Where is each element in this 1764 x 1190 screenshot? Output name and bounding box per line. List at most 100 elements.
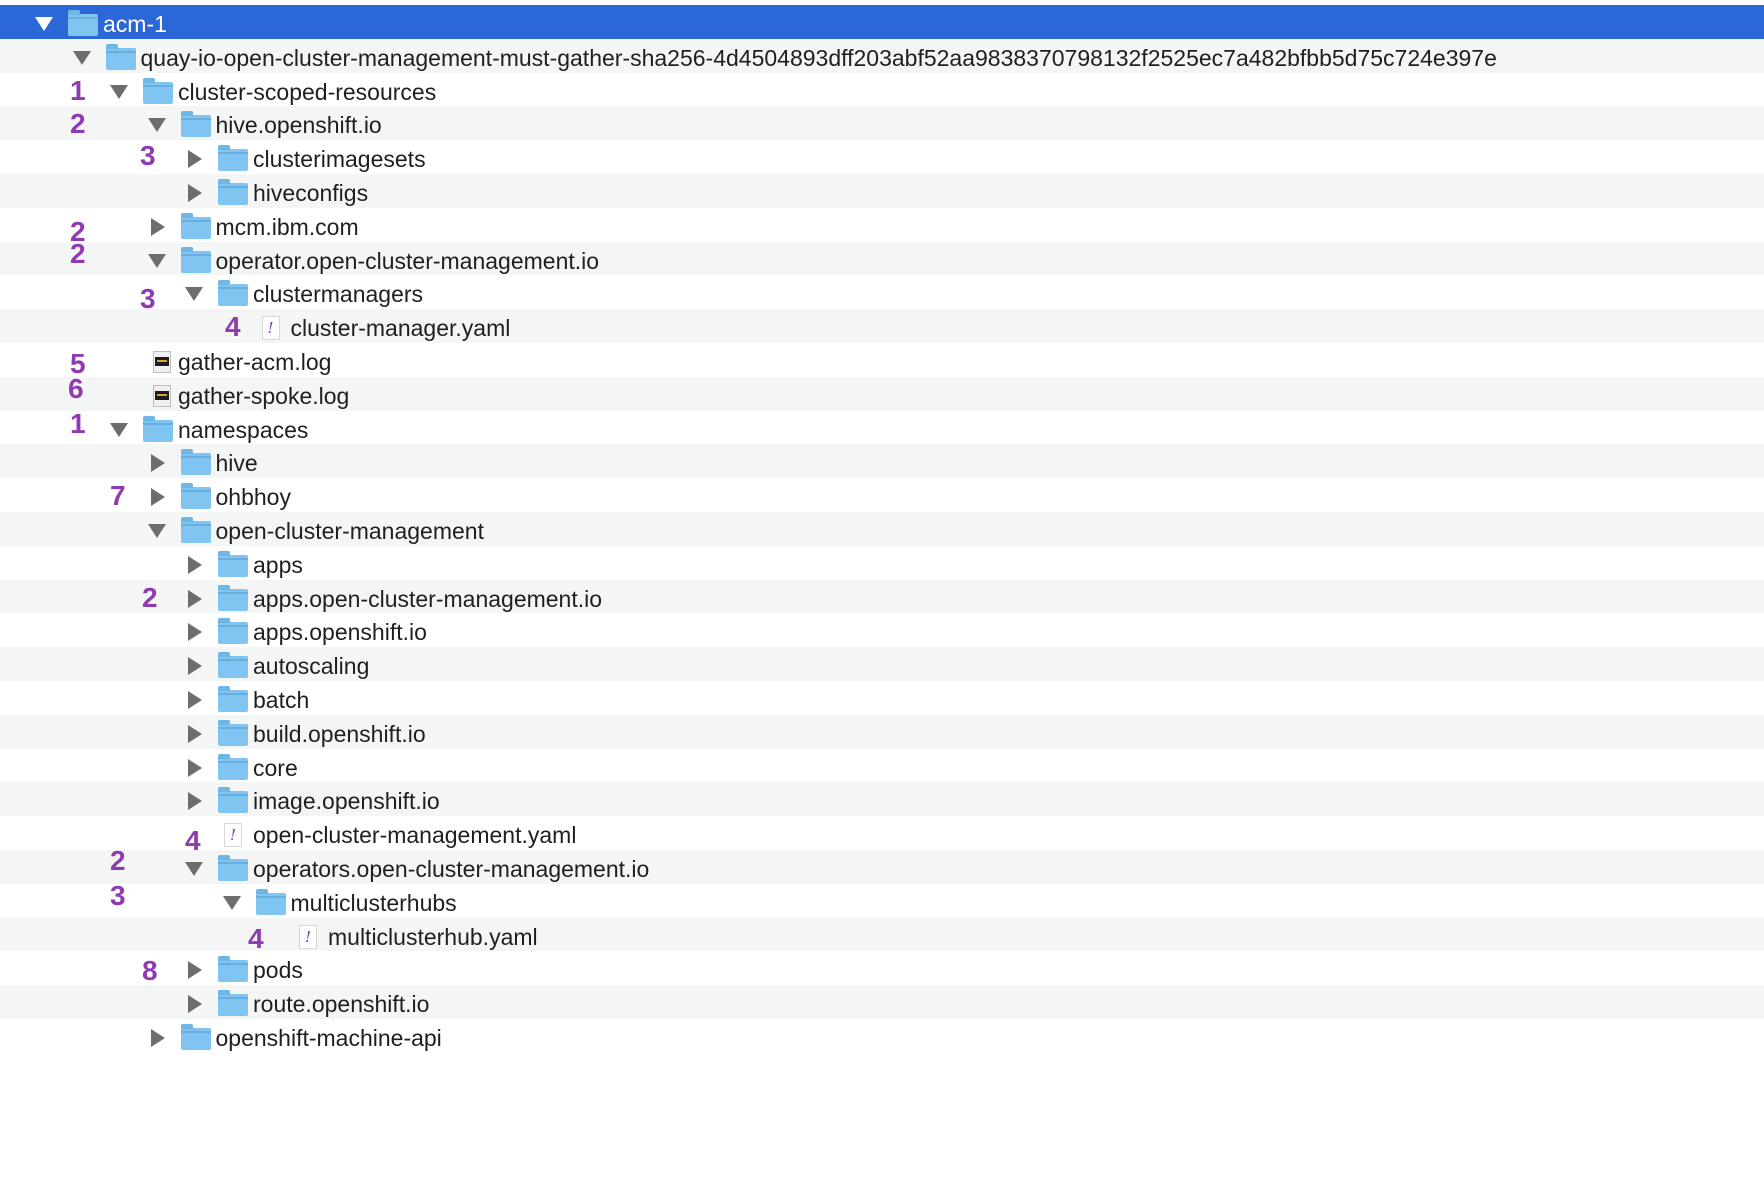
disclosure-collapsed-icon[interactable] (147, 478, 167, 516)
folder-icon (180, 517, 211, 543)
disclosure-expanded-icon[interactable] (184, 275, 204, 313)
disclosure-collapsed-icon[interactable] (184, 951, 204, 989)
tree-row[interactable]: clustermanagers (0, 275, 1764, 314)
tree-row[interactable]: build.openshift.io (0, 714, 1764, 753)
folder-icon (218, 686, 248, 712)
tree-row[interactable]: autoscaling (0, 647, 1764, 686)
disclosure-collapsed-icon[interactable] (147, 208, 167, 246)
tree-row[interactable]: pods (0, 951, 1764, 990)
tree-row[interactable]: operators.open-cluster-management.io (0, 850, 1764, 888)
tree-row[interactable]: clusterimagesets (0, 140, 1764, 179)
disclosure-collapsed-icon[interactable] (184, 782, 204, 820)
disclosure-collapsed-icon[interactable] (184, 715, 204, 753)
tree-row[interactable]: route.openshift.io (0, 985, 1764, 1024)
folder-icon (218, 787, 248, 814)
item-label: route.openshift.io (253, 991, 430, 1018)
item-label: apps (253, 551, 303, 578)
item-label: acm-1 (103, 11, 167, 37)
item-label: gather-acm.log (178, 349, 332, 375)
disclosure-expanded-icon[interactable] (147, 242, 167, 280)
yaml-file-icon: ! (224, 823, 242, 848)
annotation-number: 1 (70, 74, 86, 106)
folder-icon (68, 10, 98, 36)
disclosure-collapsed-icon[interactable] (184, 749, 204, 787)
folder-icon (218, 280, 248, 307)
tree-row[interactable]: batch (0, 681, 1764, 719)
folder-icon (180, 246, 211, 273)
item-label: hiveconfigs (253, 180, 369, 206)
tree-row[interactable]: cluster-scoped-resources (0, 72, 1764, 111)
tree-row[interactable]: core (0, 748, 1764, 787)
item-label: build.openshift.io (253, 720, 426, 747)
tree-row[interactable]: gather-spoke.log (0, 376, 1764, 415)
disclosure-expanded-icon[interactable] (72, 39, 92, 77)
annotation-number: 3 (140, 140, 156, 172)
disclosure-collapsed-icon[interactable] (147, 444, 167, 482)
item-label: cluster-manager.yaml (290, 315, 511, 342)
annotation-number: 2 (110, 845, 126, 876)
disclosure-collapsed-icon[interactable] (184, 580, 204, 618)
disclosure-collapsed-icon[interactable] (184, 647, 204, 685)
disclosure-expanded-icon[interactable] (147, 106, 167, 144)
annotation-number: 2 (142, 581, 158, 613)
disclosure-collapsed-icon[interactable] (184, 613, 204, 651)
yaml-file-icon: ! (299, 924, 317, 949)
disclosure-collapsed-icon[interactable] (184, 546, 204, 584)
tree-row[interactable]: multiclusterhubs (0, 883, 1764, 922)
disclosure-collapsed-icon[interactable] (184, 985, 204, 1023)
item-label: quay-io-open-cluster-management-must-gat… (140, 44, 1497, 71)
tree-row[interactable]: mcm.ibm.com (0, 207, 1764, 246)
disclosure-collapsed-icon[interactable] (184, 140, 204, 178)
item-label: hive (215, 450, 258, 477)
folder-icon (218, 753, 248, 780)
disclosure-expanded-icon[interactable] (147, 512, 167, 550)
annotation-number: 4 (185, 825, 201, 857)
folder-icon (143, 415, 173, 442)
tree-row[interactable]: ! multiclusterhub.yaml (0, 917, 1764, 956)
item-label: cluster-scoped-resources (178, 78, 437, 105)
tree-row[interactable]: hive.openshift.io (0, 106, 1764, 145)
disclosure-expanded-icon[interactable] (109, 73, 129, 111)
tree-row[interactable]: apps (0, 545, 1764, 584)
tree-row[interactable]: openshift-machine-api (0, 1019, 1764, 1057)
annotation-number: 2 (70, 108, 86, 140)
annotation-number: 4 (248, 922, 264, 954)
item-label: image.openshift.io (253, 788, 440, 815)
folder-icon (218, 179, 248, 205)
disclosure-collapsed-icon[interactable] (184, 174, 204, 212)
item-label: pods (253, 957, 303, 984)
item-label: hive.openshift.io (215, 112, 382, 139)
annotation-number: 2 (70, 237, 86, 269)
tree-row[interactable]: open-cluster-management (0, 512, 1764, 550)
disclosure-collapsed-icon[interactable] (184, 681, 204, 719)
item-label: openshift-machine-api (215, 1025, 442, 1051)
tree-row[interactable]: quay-io-open-cluster-management-must-gat… (0, 38, 1764, 77)
disclosure-expanded-icon[interactable] (34, 5, 54, 43)
item-label: multiclusterhub.yaml (328, 923, 538, 950)
tree-row[interactable]: apps.open-cluster-management.io (0, 579, 1764, 618)
tree-row[interactable]: operator.open-cluster-management.io (0, 241, 1764, 280)
folder-icon (218, 652, 248, 679)
tree-row[interactable]: ! open-cluster-management.yaml (0, 816, 1764, 855)
folder-icon (218, 956, 248, 983)
item-label: core (253, 754, 298, 781)
item-label: autoscaling (253, 653, 370, 680)
tree-row[interactable]: gather-acm.log (0, 343, 1764, 381)
tree-row[interactable]: hiveconfigs (0, 174, 1764, 212)
tree-row[interactable]: ohbhoy (0, 478, 1764, 517)
tree-row[interactable]: namespaces (0, 410, 1764, 449)
item-label: operator.open-cluster-management.io (215, 247, 600, 274)
disclosure-collapsed-icon[interactable] (147, 1019, 167, 1057)
tree-row-selected[interactable]: acm-1 (0, 5, 1764, 43)
item-label: namespaces (178, 416, 309, 443)
folder-icon (143, 77, 173, 104)
tree-row[interactable]: hive (0, 444, 1764, 483)
item-label: ohbhoy (215, 484, 291, 511)
tree-row[interactable]: ! cluster-manager.yaml (0, 309, 1764, 348)
tree-row[interactable]: image.openshift.io (0, 782, 1764, 821)
annotation-number: 3 (140, 283, 156, 315)
annotation-number: 3 (110, 879, 126, 911)
disclosure-expanded-icon[interactable] (222, 884, 242, 922)
tree-row[interactable]: apps.openshift.io (0, 613, 1764, 652)
disclosure-expanded-icon[interactable] (109, 411, 129, 449)
